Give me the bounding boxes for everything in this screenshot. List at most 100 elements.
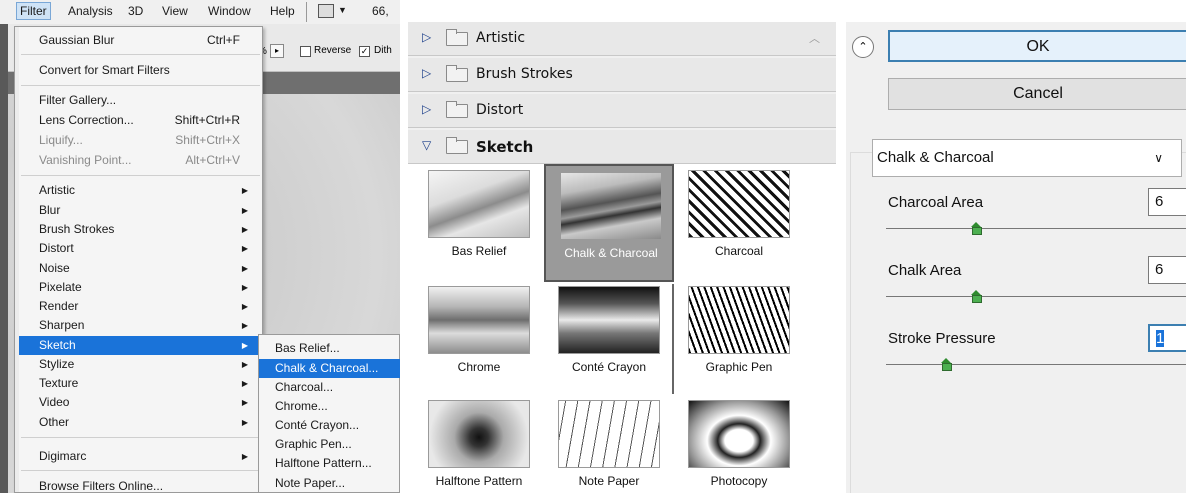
thumb-chalk-charcoal[interactable]: Chalk & Charcoal — [544, 164, 674, 282]
menu-item-label: Liquify... — [39, 133, 83, 147]
menu-item-pixelate[interactable]: Pixelate ▶ — [19, 278, 262, 297]
chalk-area-input[interactable]: 6 — [1148, 256, 1186, 284]
submenu-item-graphic-pen[interactable]: Graphic Pen... — [259, 435, 400, 454]
opacity-stepper-icon[interactable]: ▸ — [270, 44, 284, 58]
menu-help[interactable]: Help — [270, 4, 295, 18]
menu-item-render[interactable]: Render ▶ — [19, 297, 262, 316]
menu-item-digimarc[interactable]: Digimarc ▶ — [19, 447, 262, 466]
submenu-item-bas-relief[interactable]: Bas Relief... — [259, 339, 400, 358]
menu-analysis[interactable]: Analysis — [68, 4, 113, 18]
menu-item-label: Convert for Smart Filters — [39, 63, 170, 77]
submenu-arrow-icon: ▶ — [241, 302, 248, 311]
menu-item-label: Stylize — [39, 357, 75, 371]
scroll-up-icon[interactable]: ︿ — [809, 30, 820, 46]
thumb-conte-crayon[interactable]: Conté Crayon — [544, 280, 674, 398]
folder-sketch[interactable]: ▽ Sketch — [408, 130, 836, 164]
expand-triangle-icon[interactable]: ▷ — [422, 66, 431, 80]
menu-item-sharpen[interactable]: Sharpen ▶ — [19, 316, 262, 335]
submenu-arrow-icon: ▶ — [241, 452, 248, 461]
menu-item-label: Blur — [39, 203, 61, 217]
menu-item-other[interactable]: Other ▶ — [19, 413, 262, 432]
charcoal-area-value: 6 — [1155, 193, 1164, 210]
menu-filter[interactable]: Filter — [16, 2, 51, 20]
menu-item-convert-smart-filters[interactable]: Convert for Smart Filters — [19, 61, 262, 80]
menu-item-browse-filters-online[interactable]: Browse Filters Online... — [19, 477, 262, 493]
sketch-submenu: Bas Relief... Chalk & Charcoal... Charco… — [258, 334, 400, 493]
photoshop-filter-menu-panel: Filter Analysis 3D View Window Help ▼ 66… — [0, 0, 400, 493]
charcoal-area-slider-thumb[interactable] — [971, 222, 982, 235]
menu-item-texture[interactable]: Texture ▶ — [19, 374, 262, 393]
folder-artistic[interactable]: ▷ Artistic ︿ — [408, 22, 836, 56]
menu-view[interactable]: View — [162, 4, 188, 18]
submenu-item-chalk-charcoal[interactable]: Chalk & Charcoal... — [259, 359, 400, 378]
thumb-image — [688, 400, 790, 468]
stroke-pressure-slider-thumb[interactable] — [941, 358, 952, 371]
submenu-item-chrome[interactable]: Chrome... — [259, 397, 400, 416]
menu-item-gaussian-blur[interactable]: Gaussian Blur Ctrl+F — [19, 31, 262, 50]
reverse-checkbox[interactable] — [300, 46, 311, 57]
menu-3d[interactable]: 3D — [128, 4, 143, 18]
folder-brush-strokes[interactable]: ▷ Brush Strokes — [408, 58, 836, 92]
thumb-label: Halftone Pattern — [435, 474, 523, 488]
chalk-area-value: 6 — [1155, 261, 1164, 278]
chalk-area-slider-thumb[interactable] — [971, 290, 982, 303]
menu-item-lens-correction[interactable]: Lens Correction... Shift+Ctrl+R — [19, 111, 262, 130]
folder-icon — [446, 65, 468, 82]
thumb-photocopy[interactable]: Photocopy — [674, 394, 804, 493]
thumb-charcoal[interactable]: Charcoal — [674, 164, 804, 282]
thumb-bas-relief[interactable]: Bas Relief — [414, 164, 544, 282]
thumb-graphic-pen[interactable]: Graphic Pen — [674, 280, 804, 398]
collapse-gallery-icon[interactable]: ⌃ — [852, 36, 874, 58]
menu-item-label: Digimarc — [39, 449, 87, 463]
submenu-item-halftone-pattern[interactable]: Halftone Pattern... — [259, 454, 400, 473]
ok-button[interactable]: OK — [888, 30, 1186, 62]
thumb-halftone-pattern[interactable]: Halftone Pattern — [414, 394, 544, 493]
thumb-image — [560, 172, 662, 240]
filter-select[interactable]: Chalk & Charcoal ∨ — [872, 139, 1182, 177]
expand-triangle-icon[interactable]: ▷ — [422, 102, 431, 116]
expand-triangle-icon[interactable]: ▷ — [422, 30, 431, 44]
stroke-pressure-slider-track[interactable] — [886, 364, 1186, 365]
folder-distort[interactable]: ▷ Distort — [408, 94, 836, 128]
chalk-area-slider-track[interactable] — [886, 296, 1186, 297]
submenu-item-note-paper[interactable]: Note Paper... — [259, 474, 400, 493]
menu-item-video[interactable]: Video ▶ — [19, 393, 262, 412]
menu-item-blur[interactable]: Blur ▶ — [19, 201, 262, 220]
submenu-arrow-icon: ▶ — [241, 244, 248, 253]
thumb-label: Conté Crayon — [571, 360, 647, 374]
filter-thumbnail-grid: Bas Relief Chalk & Charcoal Charcoal Chr… — [408, 164, 836, 493]
submenu-arrow-icon: ▶ — [241, 341, 248, 350]
dither-checkbox[interactable]: ✓ — [359, 46, 370, 57]
dropdown-arrow-icon[interactable]: ▼ — [338, 5, 347, 15]
thumb-chrome[interactable]: Chrome — [414, 280, 544, 398]
menu-item-filter-gallery[interactable]: Filter Gallery... — [19, 91, 262, 110]
submenu-item-charcoal[interactable]: Charcoal... — [259, 378, 400, 397]
menu-item-label: Noise — [39, 261, 70, 275]
submenu-item-conte-crayon[interactable]: Conté Crayon... — [259, 416, 400, 435]
submenu-arrow-icon: ▶ — [241, 398, 248, 407]
thumb-image — [688, 170, 790, 238]
thumb-note-paper[interactable]: Note Paper — [544, 394, 674, 493]
menu-item-label: Render — [39, 299, 79, 313]
charcoal-area-slider-track[interactable] — [886, 228, 1186, 229]
menu-item-stylize[interactable]: Stylize ▶ — [19, 355, 262, 374]
screen-mode-icon[interactable] — [318, 4, 334, 18]
cancel-button[interactable]: Cancel — [888, 78, 1186, 110]
menu-item-label: Video — [39, 395, 70, 409]
menu-item-distort[interactable]: Distort ▶ — [19, 239, 262, 258]
menu-item-sketch[interactable]: Sketch ▶ — [19, 336, 262, 355]
stroke-pressure-input[interactable]: 1 — [1148, 324, 1186, 352]
menu-item-artistic[interactable]: Artistic ▶ — [19, 181, 262, 200]
menu-item-shortcut: Shift+Ctrl+X — [175, 133, 240, 147]
menu-window[interactable]: Window — [208, 4, 251, 18]
menu-item-brush-strokes[interactable]: Brush Strokes ▶ — [19, 220, 262, 239]
thumb-label: Bas Relief — [451, 244, 507, 258]
zoom-level[interactable]: 66, — [372, 4, 389, 18]
submenu-arrow-icon: ▶ — [241, 418, 248, 427]
folder-icon — [446, 101, 468, 118]
charcoal-area-input[interactable]: 6 — [1148, 188, 1186, 216]
thumb-image — [558, 286, 660, 354]
collapse-triangle-icon[interactable]: ▽ — [422, 138, 431, 152]
menu-item-noise[interactable]: Noise ▶ — [19, 259, 262, 278]
submenu-arrow-icon: ▶ — [241, 379, 248, 388]
